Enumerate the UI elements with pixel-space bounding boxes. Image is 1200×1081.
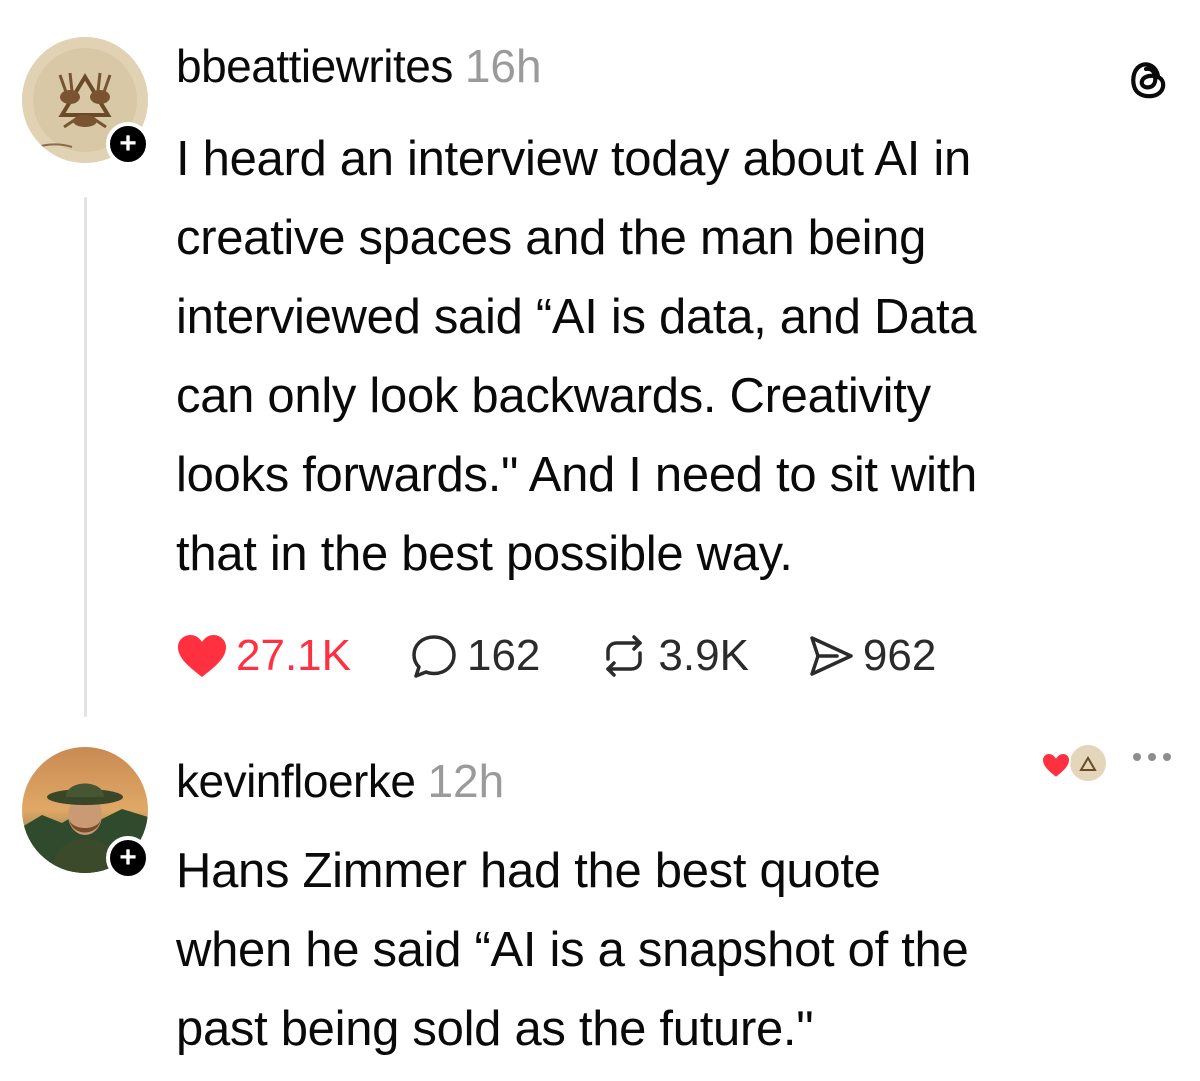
repost-count: 3.9K [658, 631, 749, 680]
timestamp: 16h [464, 40, 542, 92]
post-text-line: that in the best possible way. [176, 527, 793, 581]
thread-post-1: + bbeattiewrites 16h I heard an interview… [0, 0, 1200, 720]
reply-button[interactable]: 162 [409, 631, 540, 681]
post-text-line: I heard an interview today about AI in [176, 132, 971, 186]
username[interactable]: kevinfloerke [176, 755, 416, 807]
liked-by-author-indicator [1040, 742, 1110, 788]
plus-icon: + [119, 127, 137, 160]
threads-logo-icon [1128, 56, 1168, 105]
like-button[interactable]: 27.1K [176, 631, 351, 681]
thread-post-2: + kevinfloerke 12h Hans Zimmer had the be… [0, 720, 1200, 1081]
post-text-line: interviewed said “AI is data, and Data [176, 290, 977, 344]
post-body: Hans Zimmer had the best quote when he s… [176, 832, 1186, 1069]
reply-count: 162 [466, 631, 541, 680]
plus-icon: + [119, 841, 137, 874]
post-text-line: creative spaces and the man being [176, 211, 927, 265]
heart-icon [178, 635, 226, 677]
follow-button[interactable]: + [106, 836, 150, 880]
repost-button[interactable]: 3.9K [598, 631, 749, 681]
username[interactable]: bbeattiewrites [176, 40, 453, 92]
post-text-line: past being sold as the future." [176, 1002, 814, 1056]
timestamp: 12h [427, 755, 505, 807]
share-count: 962 [862, 631, 937, 680]
post-text-line: can only look backwards. Creativity [176, 369, 931, 423]
post-actions: 27.1K 162 3.9K 962 [176, 626, 994, 686]
post-text-line: when he said “AI is a snapshot of the [176, 923, 969, 977]
speech-bubble-icon [412, 635, 456, 678]
post-header: kevinfloerke 12h [176, 753, 504, 809]
like-count: 27.1K [236, 631, 351, 680]
share-button[interactable]: 962 [807, 631, 936, 681]
post-text-line: Hans Zimmer had the best quote [176, 844, 881, 898]
repost-icon [606, 635, 643, 677]
post-text-line: looks forwards." And I need to sit with [176, 448, 977, 502]
send-icon [810, 636, 853, 676]
follow-button[interactable]: + [106, 122, 150, 166]
post-body: I heard an interview today about AI in c… [176, 120, 1186, 594]
post-header: bbeattiewrites 16h [176, 38, 542, 94]
more-dots-icon[interactable] [1133, 753, 1171, 761]
thread-connector-line [84, 197, 87, 717]
